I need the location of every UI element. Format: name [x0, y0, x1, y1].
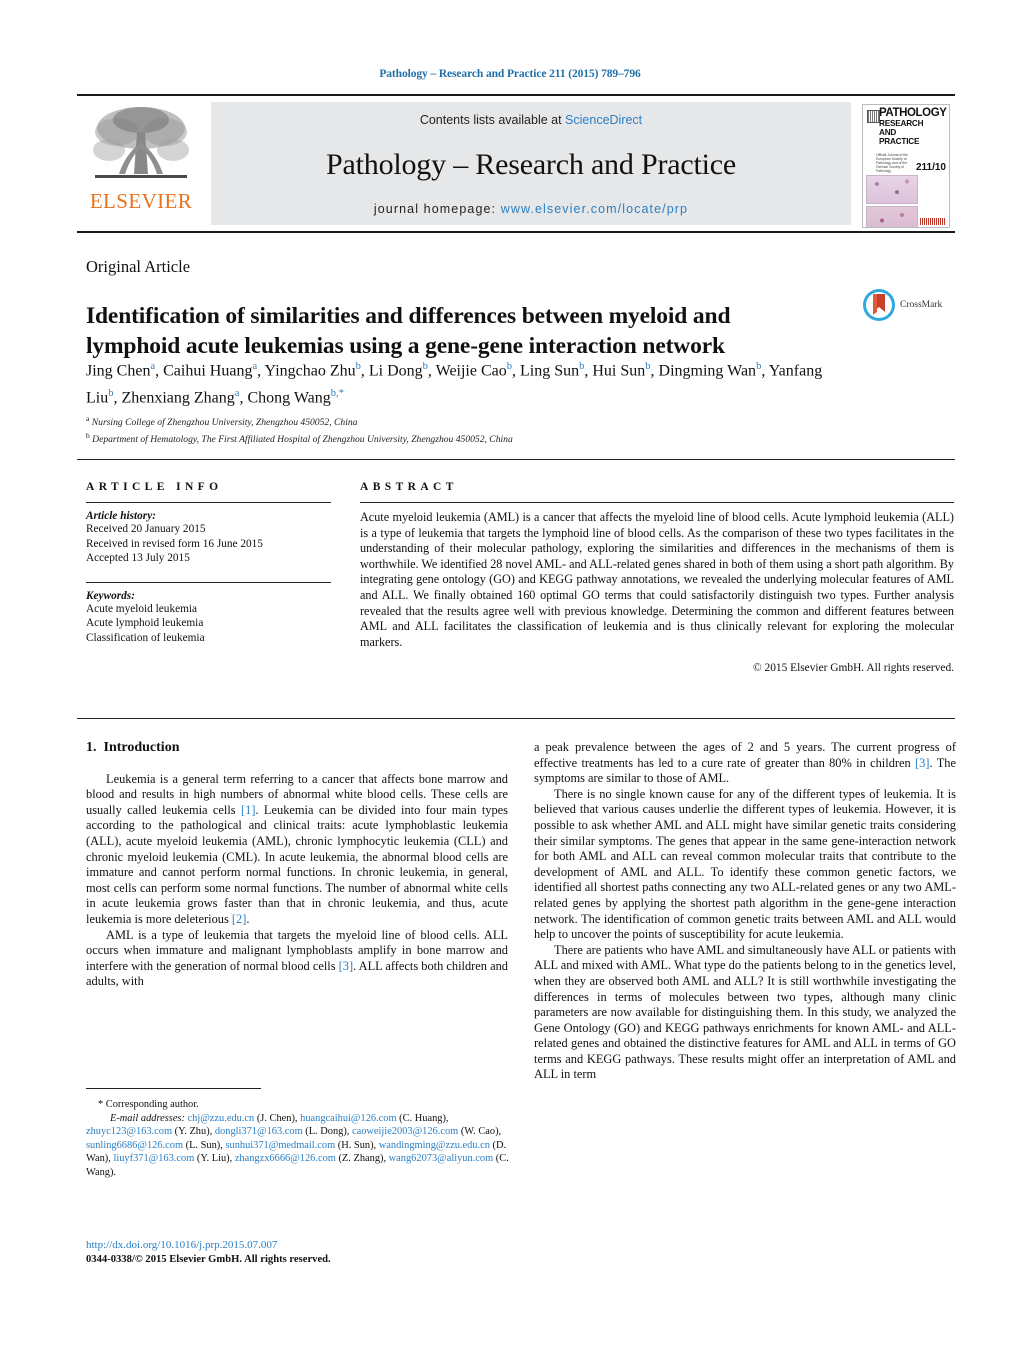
crossmark-icon	[863, 289, 895, 321]
article-type: Original Article	[86, 257, 191, 276]
email-link[interactable]: caoweijie2003@126.com	[349, 1126, 460, 1137]
email-person: (J. Chen),	[256, 1112, 298, 1124]
divider-abstract	[360, 502, 954, 503]
paragraph: There are patients who have AML and simu…	[534, 942, 956, 1082]
abstract-heading: ABSTRACT	[360, 481, 458, 493]
keywords-label: Keywords:	[86, 589, 135, 602]
affiliation-a: a Nursing College of Zhengzhou Universit…	[86, 414, 358, 429]
keyword-item: Acute lymphoid leukemia	[86, 617, 204, 629]
email-person: (Y. Liu),	[196, 1153, 233, 1165]
doi-block: http://dx.doi.org/10.1016/j.prp.2015.07.…	[86, 1238, 511, 1267]
email-addresses-label: E-mail addresses:	[110, 1112, 185, 1124]
homepage-prefix: journal homepage:	[373, 202, 501, 216]
contents-lists-line: Contents lists available at ScienceDirec…	[420, 113, 642, 127]
email-person: (L. Dong),	[305, 1126, 350, 1138]
article-info-heading: ARTICLE INFO	[86, 481, 223, 493]
corresponding-author-note: * Corresponding author.	[98, 1099, 199, 1110]
email-person: (C. Huang),	[399, 1112, 449, 1124]
crossmark-label: CrossMark	[900, 300, 943, 310]
paragraph: There is no single known cause for any o…	[534, 786, 956, 942]
abstract-text: Acute myeloid leukemia (AML) is a cancer…	[360, 510, 954, 649]
citation-ref[interactable]: [3]	[339, 959, 353, 973]
cover-footer-text	[866, 221, 867, 225]
email-person: (Y. Zhu),	[174, 1126, 213, 1138]
history-revised: Received in revised form 16 June 2015	[86, 537, 263, 550]
cover-volume-number: 211/10	[915, 161, 946, 173]
cover-title-line2: RESEARCH	[879, 118, 924, 128]
sciencedirect-link[interactable]: ScienceDirect	[565, 113, 642, 127]
divider-above-info	[77, 459, 955, 460]
abstract-section: ABSTRACT Acute myeloid leukemia (AML) is…	[360, 481, 954, 674]
elsevier-logo: ELSEVIER	[77, 100, 205, 231]
elsevier-tree-icon	[93, 107, 189, 178]
email-link[interactable]: sunhui371@medmail.com	[223, 1140, 338, 1151]
issn-copyright-line: 0344-0338/© 2015 Elsevier GmbH. All righ…	[86, 1253, 331, 1265]
cover-title-line2b: AND	[879, 127, 897, 137]
article-info-section: ARTICLE INFO Article history: Received 2…	[86, 481, 331, 645]
history-accepted: Accepted 13 July 2015	[86, 552, 190, 564]
email-link[interactable]: zhangzx6666@126.com	[232, 1153, 338, 1164]
citation-ref[interactable]: [3]	[915, 756, 929, 770]
email-link[interactable]: chj@zzu.edu.cn	[188, 1113, 257, 1124]
section-heading-introduction: 1. Introduction	[86, 740, 508, 756]
email-addresses-block: E-mail addresses: chj@zzu.edu.cn (J. Che…	[86, 1112, 511, 1180]
citation-ref[interactable]: [1]	[241, 803, 255, 817]
email-person: (L. Sun),	[185, 1139, 223, 1151]
paragraph: Leukemia is a general term referring to …	[86, 771, 508, 926]
email-link[interactable]: wandingming@zzu.edu.cn	[376, 1140, 492, 1151]
page-title: Identification of similarities and diffe…	[86, 302, 731, 359]
journal-cover-thumbnail[interactable]: PATHOLOGY RESEARCH AND PRACTICE Official…	[857, 100, 955, 231]
history-received: Received 20 January 2015	[86, 523, 206, 535]
cover-title-line3: PRACTICE	[879, 136, 920, 146]
email-person: (Z. Zhang),	[338, 1153, 387, 1165]
journal-title: Pathology – Research and Practice	[326, 147, 736, 181]
journal-homepage-line: journal homepage: www.elsevier.com/locat…	[374, 202, 688, 216]
citation-ref[interactable]: [2]	[232, 912, 246, 926]
section-number: 1.	[86, 740, 97, 755]
email-link[interactable]: wang62073@aliyun.com	[386, 1153, 496, 1164]
running-head: Pathology – Research and Practice 211 (2…	[379, 68, 641, 80]
email-link[interactable]: huangcaihui@126.com	[298, 1113, 400, 1124]
cover-publisher-mark-icon	[867, 109, 880, 123]
email-link[interactable]: sunling6686@126.com	[86, 1140, 186, 1151]
email-person: (W. Cao),	[460, 1126, 502, 1138]
author-list: Jing Chena, Caihui Huanga, Yingchao Zhub…	[86, 361, 823, 407]
affiliation-b: b Department of Hematology, The First Af…	[86, 431, 513, 446]
footnote-divider	[86, 1088, 261, 1089]
elsevier-wordmark: ELSEVIER	[89, 189, 193, 213]
crossmark-badge[interactable]: CrossMark	[862, 288, 942, 322]
email-link[interactable]: dongli371@163.com	[212, 1126, 305, 1137]
affiliation-list: a Nursing College of Zhengzhou Universit…	[86, 412, 846, 446]
divider-above-body	[77, 718, 955, 719]
body-column-right: a peak prevalence between the ages of 2 …	[534, 740, 956, 1083]
article-history-label: Article history:	[86, 510, 156, 522]
abstract-copyright: © 2015 Elsevier GmbH. All rights reserve…	[753, 662, 954, 675]
cover-society-note: Official Journal of the European Society…	[876, 152, 908, 173]
body-column-left: 1. Introduction Leukemia is a general ter…	[86, 740, 508, 990]
divider-keywords	[86, 581, 331, 583]
cover-barcode-icon	[920, 217, 946, 225]
email-link[interactable]: liuyf371@163.com	[111, 1153, 197, 1164]
contents-prefix: Contents lists available at	[419, 113, 566, 127]
cover-title-line1: PATHOLOGY	[879, 106, 947, 119]
cover-micrograph-1	[866, 174, 918, 204]
email-person: (H. Sun),	[337, 1139, 377, 1151]
journal-masthead: ELSEVIER Contents lists available at Sci…	[77, 94, 955, 233]
doi-link[interactable]: http://dx.doi.org/10.1016/j.prp.2015.07.…	[86, 1238, 511, 1253]
paragraph: a peak prevalence between the ages of 2 …	[534, 740, 956, 786]
divider-info	[86, 502, 331, 503]
paragraph: AML is a type of leukemia that targets t…	[86, 927, 508, 989]
article-page: Pathology – Research and Practice 211 (2…	[0, 0, 1020, 1351]
keyword-item: Acute myeloid leukemia	[86, 602, 198, 615]
email-link[interactable]: zhuyc123@163.com	[86, 1126, 175, 1137]
journal-homepage-link[interactable]: www.elsevier.com/locate/prp	[501, 202, 688, 216]
section-title: Introduction	[103, 740, 180, 755]
journal-band: Contents lists available at ScienceDirec…	[211, 102, 851, 225]
footnote-block: * Corresponding author. E-mail addresses…	[86, 1098, 511, 1180]
keyword-item: Classification of leukemia	[86, 631, 205, 644]
